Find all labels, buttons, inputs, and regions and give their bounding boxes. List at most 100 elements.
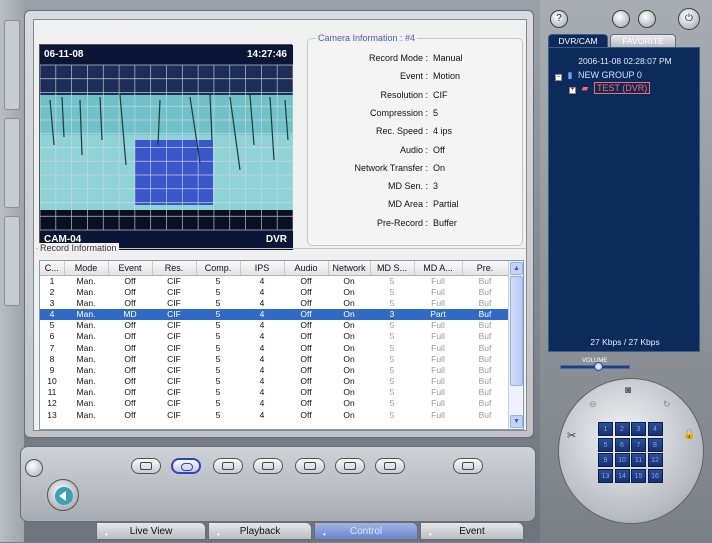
table-cell: 6 — [49, 331, 55, 342]
toolbar-button-5[interactable] — [295, 458, 325, 474]
scroll-up-arrow-icon[interactable]: ▲ — [510, 262, 523, 275]
info-row-label: MD Sen. : — [387, 181, 428, 192]
tab-control[interactable]: • Control — [314, 522, 418, 540]
record-table[interactable]: C... Mode Event Res. Comp. IPS Audio Network MD … — [39, 260, 524, 430]
expand-icon[interactable]: + — [569, 87, 576, 94]
table-cell: 4 — [259, 353, 265, 364]
table-cell: Full — [431, 409, 445, 420]
control-toolbar-panel — [20, 446, 536, 522]
column-header[interactable]: IPS — [240, 261, 285, 276]
table-row[interactable]: 10 Man. Off CIF 5 4 Off On 5 Full Buf — [40, 376, 508, 387]
volume-control[interactable]: VOLUME — [560, 358, 630, 372]
volume-knob[interactable] — [593, 362, 603, 371]
table-cell: Full — [431, 286, 445, 297]
lock-icon[interactable]: 🔒 — [683, 429, 695, 440]
table-row[interactable]: 6 Man. Off CIF 5 4 Off On 5 Full Buf — [40, 331, 508, 342]
minimize-icon[interactable] — [612, 10, 630, 28]
table-row[interactable]: 1 Man. Off CIF 5 4 Off On 5 Full Buf — [40, 275, 508, 287]
channel-key[interactable]: 6 — [614, 437, 630, 452]
ptz-control-dial[interactable]: ◙ ⊖ ↻ ✂ 🔒 1 2 3 4 5 6 7 8 9 10 11 12 13 14 15 16 — [558, 378, 704, 524]
capture-icon[interactable] — [25, 459, 43, 477]
channel-key[interactable]: 12 — [647, 453, 663, 467]
column-header[interactable]: Res. — [152, 261, 197, 276]
channel-key[interactable]: 9 — [598, 453, 613, 467]
tree-group-node[interactable]: − ▮ NEW GROUP 0 — [555, 70, 642, 81]
toolbar-button-6[interactable] — [335, 458, 365, 474]
toolbar-button-1[interactable] — [131, 458, 161, 474]
toolbar-button-2[interactable] — [171, 458, 201, 474]
dvr-device-icon: ▰ — [581, 83, 589, 93]
snapshot-icon[interactable]: ◙ — [625, 385, 631, 396]
tree-device-node[interactable]: + ▰ TEST (DVR) — [569, 82, 651, 94]
side-tab-3[interactable] — [4, 216, 20, 306]
table-row[interactable]: 3 Man. Off CIF 5 4 Off On 5 Full Buf — [40, 298, 508, 309]
column-header[interactable]: Comp. — [196, 261, 241, 276]
channel-key[interactable]: 8 — [647, 437, 663, 452]
column-header[interactable]: MD A... — [414, 261, 463, 276]
tab-playback[interactable]: • Playback — [208, 522, 312, 540]
scissors-icon[interactable]: ✂ — [567, 429, 576, 442]
toolbar-button-8[interactable] — [453, 458, 483, 474]
channel-key[interactable]: 4 — [647, 422, 663, 436]
table-cell: 5 — [389, 331, 395, 342]
rewind-icon[interactable] — [47, 479, 79, 511]
channel-key[interactable]: 11 — [631, 453, 646, 467]
channel-key[interactable]: 2 — [614, 422, 630, 436]
channel-key[interactable]: 7 — [631, 437, 646, 452]
scroll-down-arrow-icon[interactable]: ▼ — [510, 415, 523, 428]
table-cell: Off — [300, 286, 312, 297]
table-row[interactable]: 9 Man. Off CIF 5 4 Off On 5 Full Buf — [40, 365, 508, 376]
table-row[interactable]: 5 Man. Off CIF 5 4 Off On 5 Full Buf — [40, 320, 508, 331]
collapse-icon[interactable]: − — [555, 74, 562, 81]
setup-icon[interactable] — [638, 10, 656, 28]
tab-event[interactable]: • Event — [420, 522, 524, 540]
table-cell: On — [343, 297, 355, 308]
tab-favorite[interactable]: FAVORITE — [610, 34, 676, 48]
column-header[interactable]: MD S... — [370, 261, 415, 276]
channel-key[interactable]: 15 — [631, 468, 646, 483]
camera-video-view[interactable]: 06-11-08 14:27:46 CAM-04 DVR — [39, 44, 293, 250]
help-icon[interactable]: ? — [550, 10, 568, 28]
column-header[interactable]: Pre. — [462, 261, 509, 276]
column-header[interactable]: Event — [108, 261, 153, 276]
table-row[interactable]: 11 Man. Off CIF 5 4 Off On 5 Full Buf — [40, 387, 508, 398]
table-cell: 4 — [259, 320, 265, 331]
table-row[interactable]: 7 Man. Off CIF 5 4 Off On 5 Full Buf — [40, 342, 508, 353]
info-row-label: Resolution : — [380, 89, 428, 100]
info-row-value: 4 ips — [433, 126, 453, 137]
column-header[interactable]: Mode — [64, 261, 109, 276]
channel-key[interactable]: 16 — [647, 468, 663, 483]
table-cell: Off — [300, 342, 312, 353]
side-tab-2[interactable] — [4, 118, 20, 208]
channel-key[interactable]: 13 — [598, 468, 613, 483]
channel-key[interactable]: 14 — [614, 468, 630, 483]
column-header[interactable]: Audio — [284, 261, 329, 276]
refresh-icon[interactable]: ↻ — [663, 399, 671, 410]
table-row[interactable]: 4 Man. MD CIF 5 4 Off On 3 Part Buf — [40, 308, 508, 321]
channel-key[interactable]: 1 — [598, 422, 613, 436]
info-row-value: Off — [433, 144, 445, 155]
column-header[interactable]: Network — [328, 261, 371, 276]
power-icon[interactable]: ⏻ — [678, 8, 700, 30]
toolbar-button-3[interactable] — [213, 458, 243, 474]
tab-live-view[interactable]: • Live View — [96, 522, 206, 540]
scroll-thumb[interactable] — [510, 276, 523, 386]
column-header[interactable]: C... — [40, 261, 65, 276]
zoom-out-icon[interactable]: ⊖ — [589, 399, 597, 410]
table-cell: Off — [300, 353, 312, 364]
table-row[interactable]: 12 Man. Off CIF 5 4 Off On 5 Full Buf — [40, 398, 508, 409]
channel-key[interactable]: 10 — [614, 453, 630, 467]
table-row[interactable]: 2 Man. Off CIF 5 4 Off On 5 Full Buf — [40, 287, 508, 298]
side-tab-1[interactable] — [4, 20, 20, 110]
channel-key[interactable]: 5 — [598, 437, 613, 452]
tab-dvr-cam[interactable]: DVR/CAM — [548, 34, 608, 48]
camera-information-panel: Camera Information : #4 Record Mode : Man… — [307, 33, 523, 246]
toolbar-button-4[interactable] — [253, 458, 283, 474]
toolbar-button-7[interactable] — [375, 458, 405, 474]
table-row[interactable]: 13 Man. Off CIF 5 4 Off On 5 Full Buf — [40, 410, 508, 421]
table-cell: Full — [431, 320, 445, 331]
record-table-scrollbar[interactable]: ▲ ▼ — [508, 261, 523, 429]
table-row[interactable]: 8 Man. Off CIF 5 4 Off On 5 Full Buf — [40, 354, 508, 365]
table-cell: 4 — [40, 308, 64, 321]
channel-key[interactable]: 3 — [631, 422, 646, 436]
